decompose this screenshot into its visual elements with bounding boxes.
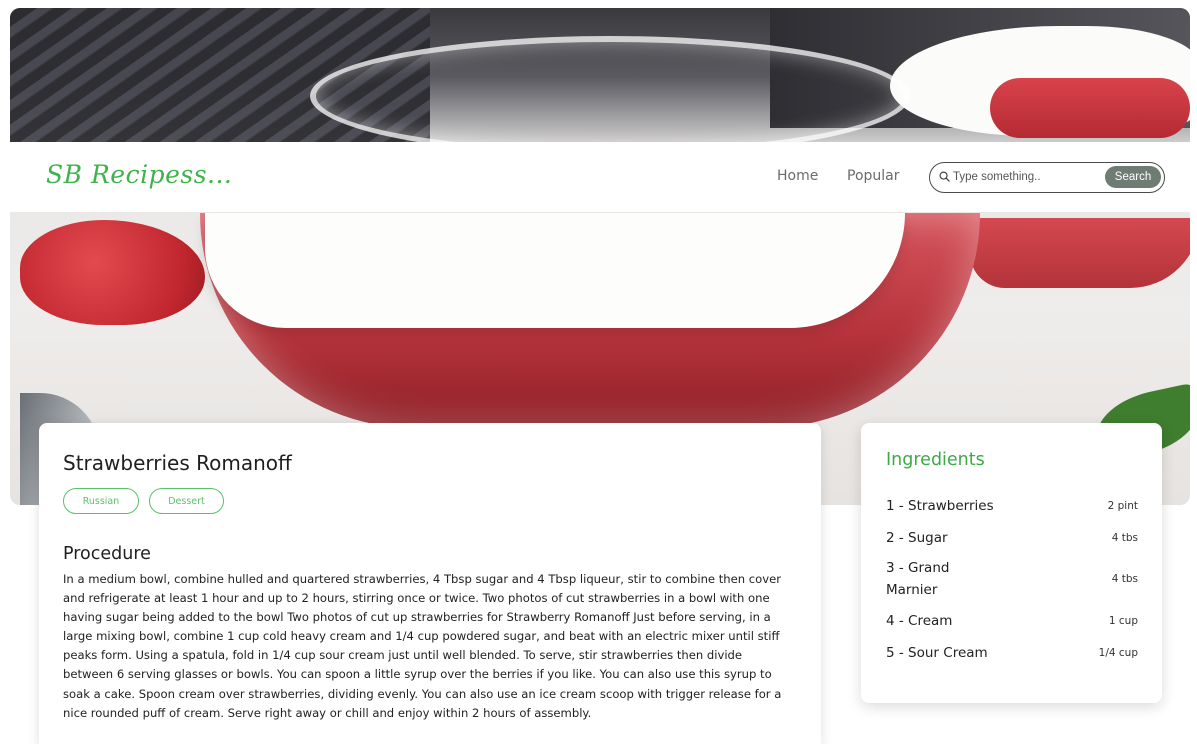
hero-strawberry-right [990,78,1190,138]
procedure-text: In a medium bowl, combine hulled and qua… [63,572,782,720]
search-button[interactable]: Search [1105,166,1161,188]
ingredient-name: 3 - Grand Marnier [886,560,950,598]
ingredient-item: 5 - Sour Cream 1/4 cup [886,642,1138,664]
ingredients-title: Ingredients [886,450,985,470]
ingredient-name: 2 - Sugar [886,530,948,546]
recipe-page: SB Recipess... Home Popular Search Straw… [0,0,1197,744]
ingredient-item: 3 - Grand Marnier 4 tbs [886,557,1138,601]
search-bar: Search [929,162,1165,193]
search-input[interactable] [953,167,1103,187]
recipe-card: Strawberries Romanoff Russian Dessert Pr… [39,423,821,744]
procedure-heading: Procedure [63,544,151,564]
recipe-title: Strawberries Romanoff [63,451,292,475]
ingredient-qty: 4 tbs [1111,573,1138,585]
hero-glass-rim [310,36,910,156]
nav-link-popular[interactable]: Popular [847,168,900,184]
ingredient-qty: 2 pint [1107,500,1138,512]
ingredient-item: 1 - Strawberries 2 pint [886,495,1138,517]
tag-dessert[interactable]: Dessert [149,488,224,514]
ingredient-qty: 1 cup [1108,615,1138,627]
hero-bowl-right [970,218,1190,288]
ingredient-name: 1 - Strawberries [886,498,994,514]
search-icon [939,171,950,182]
ingredient-qty: 1/4 cup [1098,647,1138,659]
ingredient-item: 2 - Sugar 4 tbs [886,527,1138,549]
ingredient-name: 4 - Cream [886,613,953,629]
tag-russian[interactable]: Russian [63,488,139,514]
ingredients-list: 1 - Strawberries 2 pint 2 - Sugar 4 tbs … [886,495,1138,664]
hero-cream [205,213,905,328]
ingredient-name: 5 - Sour Cream [886,645,988,661]
recipe-tags: Russian Dessert [63,488,224,514]
ingredient-qty: 4 tbs [1111,532,1138,544]
ingredient-item: 4 - Cream 1 cup [886,610,1138,632]
navbar: SB Recipess... Home Popular Search [10,142,1190,212]
nav-link-home[interactable]: Home [777,168,818,184]
ingredients-card: Ingredients 1 - Strawberries 2 pint 2 - … [861,423,1162,703]
hero-strawberry-left [20,220,205,325]
site-logo[interactable]: SB Recipess... [46,160,232,189]
